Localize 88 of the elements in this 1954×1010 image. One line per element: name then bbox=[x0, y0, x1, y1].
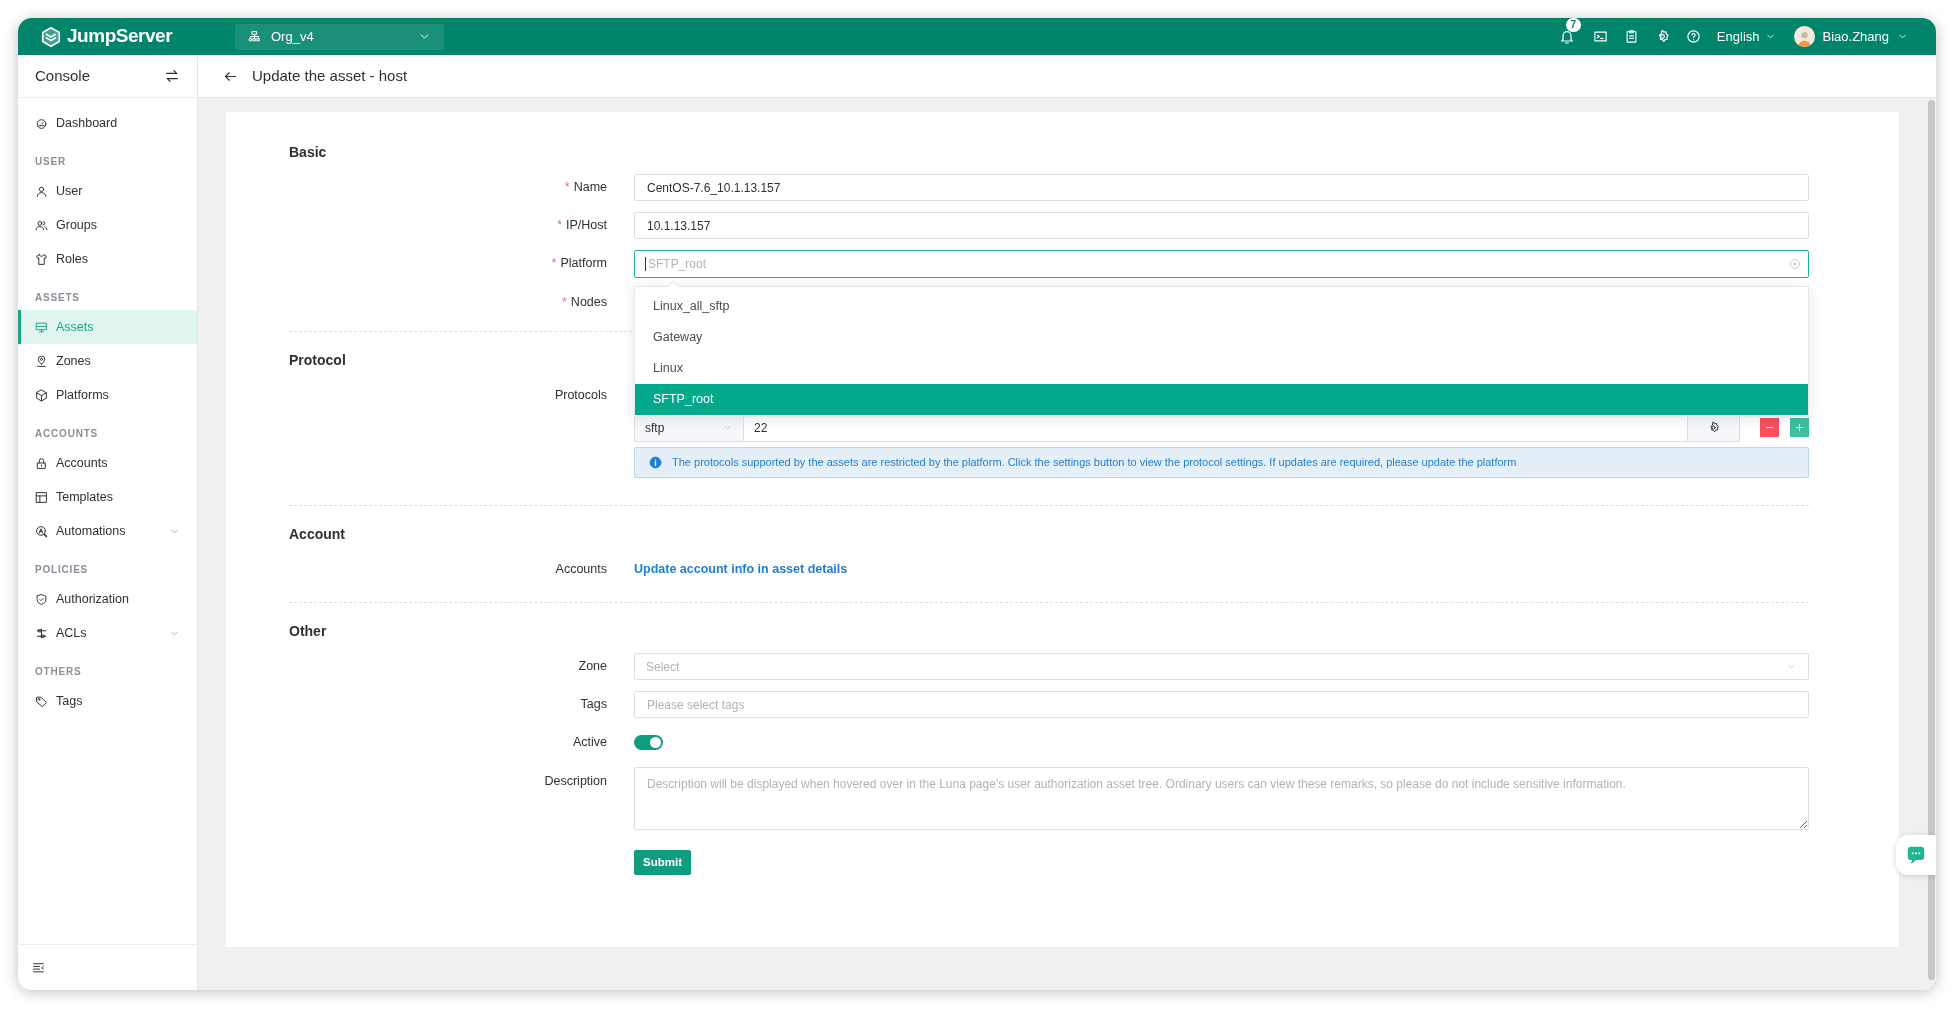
settings-icon bbox=[1707, 421, 1720, 434]
swap-arrows-icon bbox=[164, 68, 180, 84]
nav-icon bbox=[35, 116, 48, 130]
page-title: Update the asset - host bbox=[252, 65, 408, 86]
nav-icon bbox=[35, 218, 48, 232]
nav-icon bbox=[35, 592, 48, 606]
sidebar-item[interactable]: Dashboard bbox=[18, 106, 197, 140]
sidebar-item[interactable]: Roles bbox=[18, 242, 197, 276]
sidebar-item[interactable]: Tags bbox=[18, 684, 197, 718]
nav-icon bbox=[35, 388, 48, 402]
field-label: Tags bbox=[580, 696, 607, 714]
notifications-button[interactable] bbox=[1558, 28, 1575, 45]
help-icon bbox=[1685, 29, 1701, 44]
section-heading: Other bbox=[289, 622, 327, 641]
info-text: The protocols supported by the assets are restricted by the platform. Click the settings button to view the protocol settings. If updates are required, please update the platform bbox=[672, 455, 1517, 471]
required-mark: * bbox=[564, 179, 570, 197]
info-icon bbox=[649, 456, 662, 469]
logo-text: JumpServer bbox=[67, 24, 173, 49]
section-heading: POLICIES bbox=[34, 563, 90, 577]
section-heading: Basic bbox=[289, 143, 327, 162]
clear-icon bbox=[1789, 258, 1801, 270]
user-menu[interactable]: Biao.Zhang bbox=[1793, 26, 1908, 47]
sidebar-item[interactable]: Templates bbox=[18, 480, 197, 514]
section-heading: OTHERS bbox=[34, 665, 83, 679]
nav-icon bbox=[35, 252, 48, 266]
text-field[interactable]: Please select tags bbox=[634, 691, 1809, 718]
text-field[interactable]: CentOS-7.6_10.1.13.157 bbox=[634, 174, 1809, 201]
field-label: IP/Host bbox=[566, 217, 607, 235]
sidebar-item[interactable]: Platforms bbox=[18, 378, 197, 412]
dropdown-option[interactable]: Gateway bbox=[635, 322, 1808, 353]
language-select[interactable]: English bbox=[1716, 26, 1776, 47]
sidebar-item[interactable]: User bbox=[18, 174, 197, 208]
field-label: Accounts bbox=[555, 561, 607, 579]
organization-select[interactable]: Org_v4 bbox=[235, 23, 444, 50]
terminal-icon bbox=[1592, 29, 1608, 44]
field-label: Zone bbox=[578, 658, 607, 676]
required-mark: * bbox=[551, 255, 557, 273]
clipboard-icon bbox=[1623, 29, 1639, 44]
section-heading: ACCOUNTS bbox=[34, 427, 100, 441]
nav-icon bbox=[35, 456, 48, 470]
section-heading: Account bbox=[289, 525, 345, 544]
chat-bubble-icon bbox=[1906, 845, 1926, 865]
hierarchy-icon bbox=[248, 30, 261, 43]
active-toggle[interactable] bbox=[634, 735, 663, 750]
text-cursor bbox=[645, 257, 646, 271]
sidebar-item[interactable]: Accounts bbox=[18, 446, 197, 480]
nav-icon bbox=[35, 490, 48, 504]
section-heading: USER bbox=[34, 155, 67, 169]
dropdown-option[interactable]: Linux bbox=[635, 353, 1808, 384]
help-button[interactable] bbox=[1685, 29, 1701, 44]
terminal-button[interactable] bbox=[1592, 29, 1608, 44]
sidebar-item[interactable]: Zones bbox=[18, 344, 197, 378]
sidebar-title: Console bbox=[35, 65, 91, 86]
sidebar-item[interactable]: Authorization bbox=[18, 582, 197, 616]
text-field[interactable]: 10.1.13.157 bbox=[634, 212, 1809, 239]
switch-view-button[interactable] bbox=[164, 68, 180, 84]
nav-icon bbox=[35, 184, 48, 198]
clipboard-button[interactable] bbox=[1623, 29, 1639, 44]
collapse-menu-icon bbox=[32, 961, 45, 974]
logo-icon bbox=[40, 25, 62, 48]
section-heading: ASSETS bbox=[34, 291, 81, 305]
field-label: Platform bbox=[560, 255, 607, 273]
nav-icon bbox=[35, 524, 48, 538]
required-mark: * bbox=[557, 217, 562, 235]
sidebar-item[interactable]: ACLs bbox=[18, 616, 197, 650]
sidebar-item[interactable]: Automations bbox=[18, 514, 197, 548]
field-label: Description bbox=[544, 773, 607, 790]
field-label: Protocols bbox=[554, 387, 607, 405]
nav-icon bbox=[35, 354, 48, 368]
collapse-sidebar-button[interactable] bbox=[32, 961, 45, 974]
bell-icon bbox=[1558, 28, 1575, 45]
account-info-link[interactable]: Update account info in asset details bbox=[634, 560, 848, 579]
field-label: Active bbox=[572, 734, 607, 752]
plus-icon bbox=[1794, 422, 1805, 433]
nav-icon bbox=[35, 626, 48, 640]
nav-icon bbox=[35, 694, 48, 708]
sidebar-item[interactable]: Groups bbox=[18, 208, 197, 242]
scrollbar[interactable] bbox=[1928, 100, 1935, 980]
description-field[interactable]: Description will be displayed when hovered over in the Luna page's user authorization asset tree. Ordinary users can view these remarks, so please do not include sensitive information. bbox=[634, 767, 1809, 830]
required-mark: * bbox=[562, 294, 567, 312]
field-label: Nodes bbox=[570, 294, 607, 312]
nav-icon bbox=[35, 320, 48, 334]
platform-select[interactable]: SFTP_root bbox=[634, 250, 1809, 278]
notification-badge: 7 bbox=[1565, 18, 1581, 32]
chat-assistant-button[interactable] bbox=[1896, 835, 1936, 875]
dropdown-option[interactable]: Linux_all_sftp bbox=[635, 291, 1808, 322]
section-heading: Protocol bbox=[289, 351, 346, 370]
field-label: Name bbox=[573, 179, 607, 197]
